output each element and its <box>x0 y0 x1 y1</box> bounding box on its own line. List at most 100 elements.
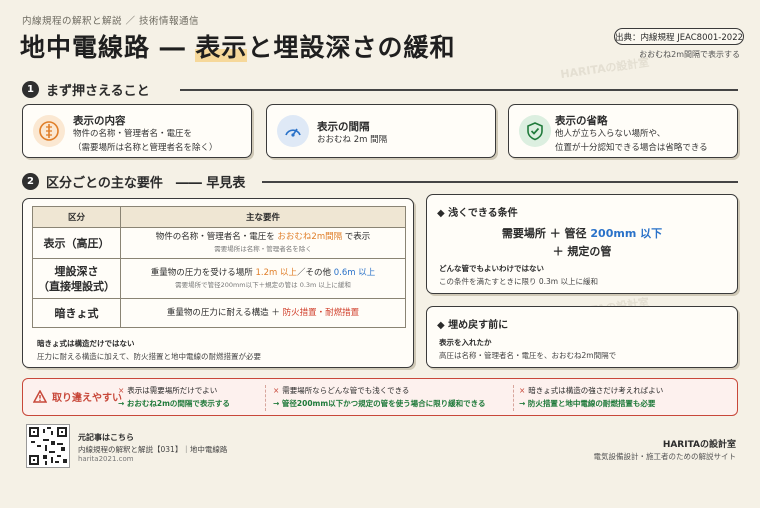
quick-reference-table: 区分 主な要件 表示（高圧） 物件の名称・管理者名・電圧を おおむね2m間隔 で… <box>32 206 406 328</box>
quick-reference-table-card: 区分 主な要件 表示（高圧） 物件の名称・管理者名・電圧を おおむね2m間隔 で… <box>22 198 414 368</box>
table-note-heading: 暗きょ式は構造だけではない <box>37 339 135 348</box>
divider <box>265 385 266 411</box>
shield-check-icon <box>519 115 551 147</box>
row-label: 埋設深さ （直接埋設式） <box>32 258 121 299</box>
common-mistakes-bar: 取り違えやすい × 表示は需要場所だけでよい → おおむね2mの間隔で表示する ×… <box>22 378 738 416</box>
value-highlight: 防火措置・耐燃措置 <box>282 308 360 318</box>
section-title: まず押さえること <box>46 84 150 99</box>
title-prefix: 地中電線路 ― <box>20 33 196 62</box>
panel-title: ◆ 埋め戻す前に <box>437 320 509 331</box>
page-title: 地中電線路 ― 表示と埋設深さの緩和 <box>20 28 455 64</box>
divider <box>180 89 738 91</box>
mistake-item: × 需要場所ならどんな管でも浅くできる → 管径200mm以下かつ規定の管を使う場… <box>273 384 486 410</box>
source-badge: 出典：内線規程 JEAC8001-2022 <box>614 28 744 45</box>
divider <box>513 385 514 411</box>
value-text: 重量物の圧力を受ける場所 <box>150 267 256 278</box>
value-subnote: 需要場所は名称・管理者名を除く <box>214 245 312 253</box>
table-row: 表示（高圧） 物件の名称・管理者名・電圧を おおむね2m間隔 で表示 需要場所は… <box>32 227 406 259</box>
row-label-line: （直接埋設式） <box>38 279 115 293</box>
card-body-line: 他人が立ち入らない場所や、 <box>555 129 666 139</box>
value-highlight: 1.2m 以上 <box>255 267 298 278</box>
condition-highlight: 200mm 以下 <box>590 227 663 240</box>
panel-subtext: この条件を満たすときに限り 0.3m 以上に緩和 <box>439 277 599 286</box>
card-display-interval: 表示の間隔 おおむね 2m 間隔 <box>266 104 496 158</box>
section-number: 2 <box>22 173 39 190</box>
value-highlight: おおむね2m間隔 <box>277 232 343 242</box>
mistakes-heading: 取り違えやすい <box>33 389 122 404</box>
panel-subheading: どんな管でもよいわけではない <box>439 264 544 273</box>
section-title: 区分ごとの主な要件 <box>46 176 163 191</box>
qr-code[interactable] <box>26 424 70 468</box>
value-subnote: 需要場所で管径200mm以下＋規定の管は 0.3m 以上に緩和 <box>175 280 351 289</box>
mistake-item: × 暗きょ式は構造の強さだけ考えればよい → 防火措置と地中電線の耐燃措置も必要 <box>519 384 663 410</box>
condition-line: 需要場所 ＋ 管径 200mm 以下 <box>427 225 737 241</box>
row-value: 物件の名称・管理者名・電圧を おおむね2m間隔 で表示 需要場所は名称・管理者名… <box>120 227 406 259</box>
card-title: 表示の間隔 <box>317 121 370 133</box>
row-label: 表示（高圧） <box>32 227 121 259</box>
value-highlight: 0.6m 以上 <box>333 267 376 278</box>
footer-url[interactable]: harita2021.com <box>78 455 134 463</box>
mistake-fix: → 管径200mm以下かつ規定の管を使う場合に限り緩和できる <box>273 399 486 408</box>
footer-label: 元記事はこちら <box>78 433 134 442</box>
divider <box>262 181 738 183</box>
card-title: 表示の内容 <box>73 115 126 127</box>
section-heading-2: 2 区分ごとの主な要件 ―― 早見表 <box>22 172 245 191</box>
shallow-conditions-card: ◆ 浅くできる条件 需要場所 ＋ 管径 200mm 以下 ＋ 規定の管 どんな管… <box>426 194 738 294</box>
row-value: 重量物の圧力に耐える構造 ＋ 防火措置・耐燃措置 <box>120 298 406 328</box>
card-body: おおむね 2m 間隔 <box>317 135 388 145</box>
title-highlight: 表示 <box>195 33 248 62</box>
watermark: HARITAの設計室 <box>559 55 650 82</box>
card-display-content: 表示の内容 物件の名称・管理者名・電圧を （需要場所は名称と管理者名を除く） <box>22 104 252 158</box>
mistakes-title: 取り違えやすい <box>52 393 122 404</box>
panel-title: ◆ 浅くできる条件 <box>437 208 518 219</box>
table-header: 区分 <box>32 206 121 228</box>
brand-tagline: 電気設備設計・施工者のための解説サイト <box>593 452 737 461</box>
table-header-row: 区分 主な要件 <box>32 206 406 228</box>
condition-line: ＋ 規定の管 <box>552 245 612 258</box>
mistake-wrong: 暗きょ式は構造の強さだけ考えればよい <box>528 386 664 395</box>
card-body-line: 物件の名称・管理者名・電圧を <box>73 129 193 139</box>
cross-icon: × <box>118 386 125 395</box>
card-body-line: 位置が十分認知できる場合は省略できる <box>555 143 708 153</box>
infographic-sheet: 内線規程の解釈と解説 ／ 技術情報通信 地中電線路 ― 表示と埋設深さの緩和 出… <box>0 0 760 508</box>
panel-subtext: 高圧は名称・管理者名・電圧を、おおむね2m間隔で <box>439 351 617 360</box>
title-suffix: と埋設深さの緩和 <box>247 33 456 62</box>
mistake-item: × 表示は需要場所だけでよい → おおむね2mの間隔で表示する <box>118 384 230 410</box>
table-note: 圧力に耐える構造に加えて、防火措置と地中電線の耐燃措置が必要 <box>37 352 262 361</box>
condition-text: 需要場所 ＋ 管径 <box>501 227 591 240</box>
brand-name: HARITAの設計室 <box>662 440 736 450</box>
warning-icon <box>33 390 47 403</box>
table-row: 暗きょ式 重量物の圧力に耐える構造 ＋ 防火措置・耐燃措置 <box>32 298 406 328</box>
panel-title-text: 埋め戻す前に <box>448 320 509 331</box>
mistake-fix: → 防火措置と地中電線の耐燃措置も必要 <box>519 399 656 408</box>
value-text: 物件の名称・管理者名・電圧を <box>155 232 278 242</box>
table-header: 主な要件 <box>120 206 406 228</box>
cross-icon: × <box>273 386 280 395</box>
mistake-fix: → おおむね2mの間隔で表示する <box>118 399 230 408</box>
card-body-line: （需要場所は名称と管理者名を除く） <box>73 143 218 153</box>
panel-title-text: 浅くできる条件 <box>448 208 518 219</box>
row-value: 重量物の圧力を受ける場所 1.2m 以上／その他 0.6m 以上 需要場所で管径… <box>120 258 406 299</box>
value-text: で表示 <box>342 232 371 242</box>
panel-subheading: 表示を入れたか <box>439 338 492 347</box>
ruler-icon <box>33 115 65 147</box>
section-number: 1 <box>22 81 39 98</box>
row-label-line: 埋設深さ <box>54 264 99 278</box>
section-heading-1: 1 まず押さえること <box>22 80 150 99</box>
footer-article-link[interactable]: 内線規程の解釈と解説【031】｜地中電線路 <box>78 444 227 455</box>
card-title: 表示の省略 <box>555 115 608 127</box>
card-body: 物件の名称・管理者名・電圧を （需要場所は名称と管理者名を除く） <box>73 127 218 155</box>
value-text: 重量物の圧力に耐える構造 ＋ <box>166 308 283 318</box>
source-note: おおむね2m間隔で表示する <box>639 50 740 59</box>
backfill-card: ◆ 埋め戻す前に 表示を入れたか 高圧は名称・管理者名・電圧を、おおむね2m間隔… <box>426 306 738 368</box>
table-row: 埋設深さ （直接埋設式） 重量物の圧力を受ける場所 1.2m 以上／その他 0.… <box>32 258 406 299</box>
row-label: 暗きょ式 <box>32 298 121 328</box>
mistake-wrong: 表示は需要場所だけでよい <box>127 386 218 395</box>
card-body: 他人が立ち入らない場所や、 位置が十分認知できる場合は省略できる <box>555 127 708 155</box>
gauge-icon <box>277 115 309 147</box>
value-text: ／その他 <box>297 267 334 278</box>
card-display-omission: 表示の省略 他人が立ち入らない場所や、 位置が十分認知できる場合は省略できる <box>508 104 738 158</box>
mistake-wrong: 需要場所ならどんな管でも浅くできる <box>282 386 410 395</box>
series-label: 内線規程の解釈と解説 ／ 技術情報通信 <box>22 16 200 27</box>
section-title-tail: ―― 早見表 <box>175 176 246 191</box>
